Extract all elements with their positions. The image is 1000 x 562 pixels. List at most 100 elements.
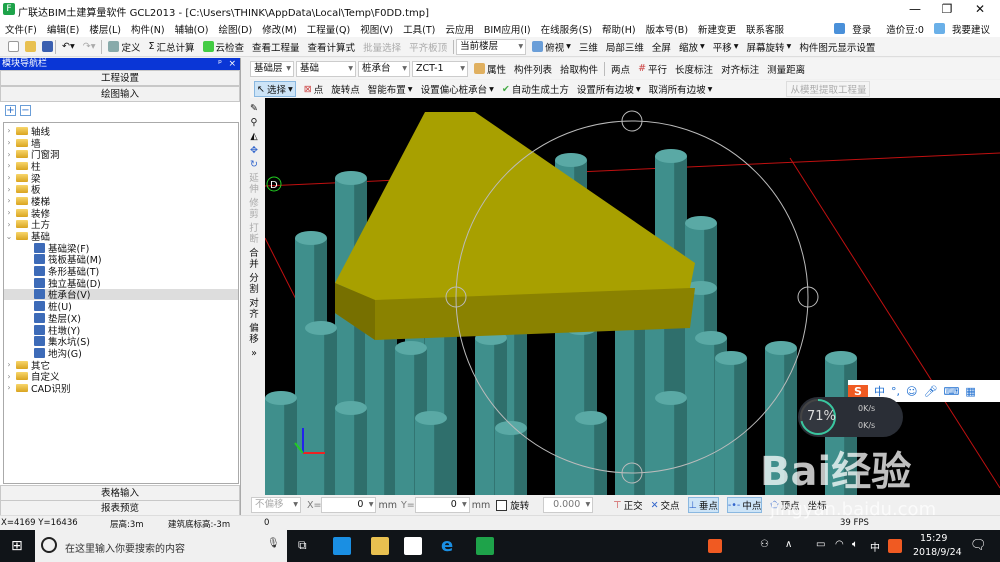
login-button[interactable]: 登录	[834, 22, 876, 36]
minimize-button[interactable]: —	[900, 2, 930, 16]
keyboard-icon[interactable]: ⌨	[943, 385, 959, 398]
floor-combo[interactable]: 当前楼层	[456, 38, 527, 55]
sogou-tray-icon-2[interactable]	[888, 539, 902, 553]
close-button[interactable]: ✕	[965, 2, 995, 16]
display-settings-button[interactable]: 构件图元显示设置	[799, 40, 875, 54]
x-input[interactable]: 0	[321, 497, 377, 513]
rotate-icon[interactable]: ↻	[243, 159, 265, 170]
pin-icon[interactable]: ᵖ	[218, 58, 222, 70]
menu-file[interactable]: 文件(F)	[5, 22, 37, 36]
mirror-icon[interactable]: ◭	[243, 131, 265, 142]
tree-item[interactable]: 桩承台(V)	[4, 288, 238, 301]
snap-perpendicular[interactable]: ⊥ 垂点	[687, 497, 719, 513]
align-button[interactable]: 对齐	[249, 298, 259, 320]
tree-item[interactable]: 独立基础(D)	[4, 277, 238, 290]
ime-punct[interactable]: °,	[891, 385, 900, 398]
menu-component[interactable]: 构件(N)	[131, 22, 165, 36]
close-panel-icon[interactable]: ×	[228, 58, 236, 70]
menu-edit[interactable]: 编辑(E)	[47, 22, 79, 36]
length-dim-button[interactable]: 长度标注	[675, 62, 713, 76]
menu-new-change[interactable]: 新建变更	[698, 22, 736, 36]
view-formula-button[interactable]: 查看计算式	[308, 40, 356, 54]
snap-ortho[interactable]: ⊤ 正交	[613, 498, 642, 513]
menu-view[interactable]: 视图(V)	[360, 22, 393, 36]
name-combo[interactable]: ZCT-1	[412, 60, 468, 77]
tree-item[interactable]: 条形基础(T)	[4, 265, 238, 278]
move-icon[interactable]: ✥	[243, 145, 265, 156]
file-explorer-icon[interactable]	[371, 537, 389, 555]
extract-button[interactable]: 从模型提取工程量	[786, 81, 871, 97]
project-settings-button[interactable]: 工程设置	[0, 70, 240, 86]
tree-item[interactable]: › CAD识别	[4, 382, 238, 395]
pick-component-button[interactable]: 拾取构件	[560, 62, 598, 76]
snap-midpoint[interactable]: -•- 中点	[726, 497, 763, 513]
menu-contact[interactable]: 联系客服	[746, 22, 784, 36]
angle-input[interactable]: 0.000	[543, 497, 594, 513]
measure-button[interactable]: 测量距离	[767, 62, 805, 76]
sogou-tray-icon[interactable]	[708, 539, 722, 553]
menu-help[interactable]: 帮助(H)	[602, 22, 636, 36]
component-list-button[interactable]: 构件列表	[514, 62, 552, 76]
brush-icon[interactable]: ✎	[243, 103, 265, 114]
new-file-icon[interactable]	[8, 41, 19, 52]
batch-select-button[interactable]: 批量选择	[363, 40, 401, 54]
wifi-icon[interactable]: ◠	[835, 539, 844, 550]
gcl-app-icon[interactable]	[476, 537, 494, 555]
3d-button[interactable]: 三维	[579, 40, 598, 54]
type-combo[interactable]: 基础	[296, 60, 356, 77]
component-combo[interactable]: 桩承台	[358, 60, 410, 77]
offset-button[interactable]: 偏移	[249, 323, 259, 345]
menu-draw[interactable]: 绘图(D)	[218, 22, 252, 36]
rotate-checkbox[interactable]	[496, 499, 508, 511]
two-points-button[interactable]: 两点	[611, 62, 630, 76]
align-top-button[interactable]: 平齐板顶	[409, 40, 447, 54]
trim-button[interactable]: 修剪	[249, 198, 259, 220]
menu-quantity[interactable]: 工程量(Q)	[307, 22, 350, 36]
pan-button[interactable]: 平移 ▾	[713, 40, 739, 54]
menu-aux-axis[interactable]: 辅轴(O)	[175, 22, 209, 36]
drawing-input-button[interactable]: 绘图输入	[0, 86, 240, 102]
parallel-button[interactable]: # 平行	[638, 62, 667, 76]
menu-tools[interactable]: 工具(T)	[403, 22, 435, 36]
point-button[interactable]: ⊠ 点	[304, 82, 323, 97]
layer-combo[interactable]: 基础层	[250, 60, 294, 77]
auto-earth-button[interactable]: ✔ 自动生成土方	[502, 82, 569, 97]
select-button[interactable]: ↖ 选择 ▾	[254, 81, 296, 97]
cancel-slopes-button[interactable]: 取消所有边坡 ▾	[649, 82, 713, 97]
tray-chevron-icon[interactable]: ∧	[785, 539, 792, 550]
microphone-icon[interactable]: 🎙︎	[267, 538, 280, 549]
fullscreen-button[interactable]: 全屏	[652, 40, 671, 54]
split-button[interactable]: 分割	[249, 273, 259, 295]
eccentric-button[interactable]: 设置偏心桩承台 ▾	[421, 82, 494, 97]
suggest-button[interactable]: 我要建议	[933, 22, 995, 36]
partial-3d-button[interactable]: 局部三维	[606, 40, 644, 54]
cloud-check-button[interactable]: 云检查	[202, 40, 244, 54]
menu-version[interactable]: 版本号(B)	[646, 22, 688, 36]
tree-item[interactable]: 垫层(X)	[4, 312, 238, 325]
copy-icon[interactable]: ⚲	[243, 117, 265, 128]
save-icon[interactable]	[42, 41, 53, 52]
undo-button[interactable]: ↶▾	[62, 41, 75, 52]
sum-button[interactable]: Σ 汇总计算	[148, 40, 194, 54]
tree-item[interactable]: 筏板基础(M)	[4, 254, 238, 266]
report-preview-button[interactable]: 报表预览	[0, 500, 240, 516]
battery-icon[interactable]: ▭	[816, 539, 825, 550]
properties-button[interactable]: 属性	[474, 62, 506, 76]
menu-floor[interactable]: 楼层(L)	[89, 22, 121, 36]
menu-modify[interactable]: 修改(M)	[262, 22, 297, 36]
merge-button[interactable]: 合并	[249, 248, 259, 270]
align-dim-button[interactable]: 对齐标注	[721, 62, 759, 76]
windows-start-icon[interactable]: ⊞	[11, 538, 23, 554]
collapse-all-icon[interactable]: −	[20, 104, 31, 116]
tree-item[interactable]: 桩(U)	[4, 300, 238, 313]
volume-icon[interactable]: 🔈︎	[852, 539, 858, 550]
smart-layout-button[interactable]: 智能布置 ▾	[368, 82, 413, 97]
snap-intersection[interactable]: ✕ 交点	[651, 498, 680, 513]
tree-item[interactable]: 集水坑(S)	[4, 335, 238, 348]
define-button[interactable]: 定义	[108, 40, 140, 54]
maxthon-icon[interactable]	[333, 537, 351, 555]
task-view-icon[interactable]: ⧉	[298, 538, 307, 553]
taskbar-search[interactable]: 在这里输入你要搜索的内容 🎙︎	[35, 530, 287, 562]
mail-icon[interactable]	[404, 537, 422, 555]
y-input[interactable]: 0	[414, 497, 470, 513]
